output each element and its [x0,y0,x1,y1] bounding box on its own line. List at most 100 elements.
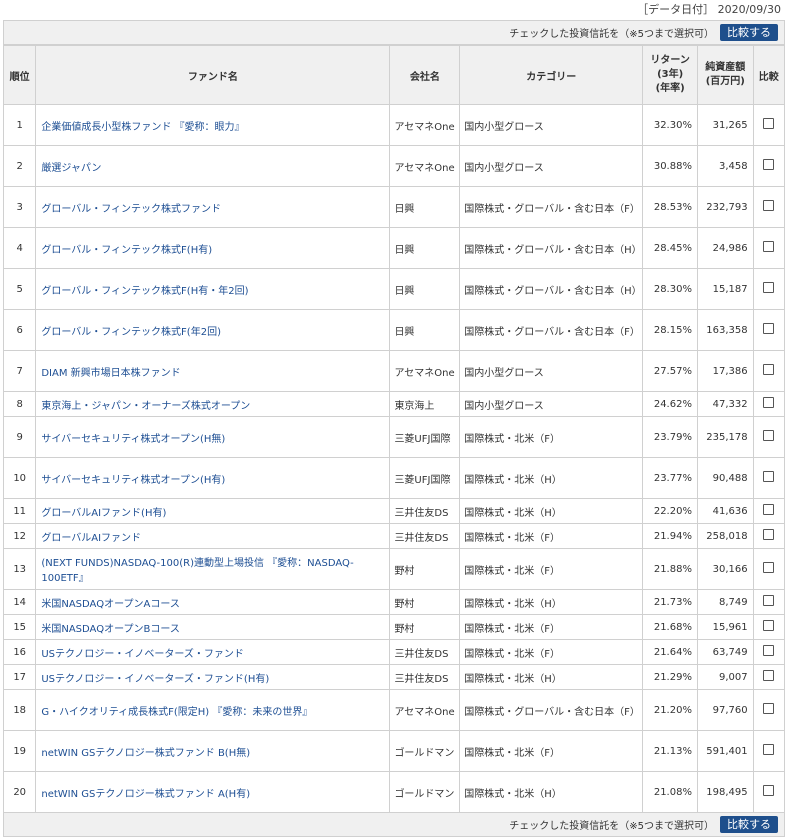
company-cell: 野村 [389,589,461,615]
fund-name-link[interactable]: USテクノロジー・イノベーターズ・ファンド [35,639,391,665]
table-row: 20 netWIN GSテクノロジー株式ファンド A(H有) ゴールドマン 国際… [2,771,786,813]
compare-checkbox[interactable] [763,282,775,293]
category-cell: 国際株式・北米（H） [459,771,644,813]
assets-cell: 198,495 [696,771,754,813]
return-cell: 28.53% [642,186,698,228]
data-date-label: ［データ日付］ 2020/09/30 [637,3,781,16]
fund-name-link[interactable]: (NEXT FUNDS)NASDAQ-100(R)連動型上場投信 『愛称：NAS… [35,548,391,590]
company-cell: 日興 [389,227,461,269]
fund-name-link[interactable]: netWIN GSテクノロジー株式ファンド B(H無) [35,730,391,772]
compare-checkbox[interactable] [763,118,775,129]
rank-cell: 14 [2,589,37,615]
table-row: 3 グローバル・フィンテック株式ファンド 日興 国際株式・グローバル・含む日本（… [2,186,786,228]
compare-checkbox[interactable] [763,670,775,681]
compare-checkbox[interactable] [763,430,775,441]
table-row: 16 USテクノロジー・イノベーターズ・ファンド 三井住友DS 国際株式・北米（… [2,639,786,665]
compare-checkbox[interactable] [763,595,775,606]
compare-checkbox[interactable] [763,397,775,408]
category-cell: 国際株式・北米（F） [459,416,644,458]
compare-checkbox-cell [752,689,786,731]
compare-checkbox-cell [752,639,786,665]
fund-name-link[interactable]: 米国NASDAQオープンBコース [35,614,391,640]
return-cell: 32.30% [642,104,698,146]
compare-checkbox[interactable] [763,241,775,252]
category-cell: 国際株式・北米（H） [459,498,644,524]
rank-cell: 17 [2,664,37,690]
fund-name-link[interactable]: 厳選ジャパン [35,145,391,187]
compare-checkbox-cell [752,523,786,549]
rank-cell: 4 [2,227,37,269]
return-cell: 21.08% [642,771,698,813]
assets-cell: 30,166 [696,548,754,590]
rank-cell: 13 [2,548,37,590]
table-row: 10 サイバーセキュリティ株式オープン(H有) 三菱UFJ国際 国際株式・北米（… [2,457,786,499]
compare-button[interactable]: 比較する [720,24,778,41]
assets-cell: 15,961 [696,614,754,640]
fund-name-link[interactable]: netWIN GSテクノロジー株式ファンド A(H有) [35,771,391,813]
compare-checkbox[interactable] [763,620,775,631]
fund-name-link[interactable]: グローバル・フィンテック株式F(H有・年2回) [35,268,391,310]
rank-cell: 18 [2,689,37,731]
table-row: 13 (NEXT FUNDS)NASDAQ-100(R)連動型上場投信 『愛称：… [2,548,786,590]
assets-cell: 17,386 [696,350,754,392]
fund-name-link[interactable]: グローバルAIファンド [35,523,391,549]
category-cell: 国際株式・グローバル・含む日本（F） [459,689,644,731]
fund-name-link[interactable]: グローバル・フィンテック株式F(年2回) [35,309,391,351]
compare-checkbox-cell [752,391,786,417]
compare-checkbox[interactable] [763,504,775,515]
compare-checkbox-cell [752,457,786,499]
compare-checkbox[interactable] [763,703,775,714]
table-row: 18 G・ハイクオリティ成長株式F(限定H) 『愛称：未来の世界』 アセマネOn… [2,689,786,731]
compare-checkbox[interactable] [763,471,775,482]
return-cell: 24.62% [642,391,698,417]
compare-checkbox-cell [752,186,786,228]
compare-checkbox[interactable] [763,744,775,755]
fund-name-link[interactable]: USテクノロジー・イノベーターズ・ファンド(H有) [35,664,391,690]
compare-checkbox[interactable] [763,159,775,170]
compare-checkbox-cell [752,589,786,615]
table-row: 6 グローバル・フィンテック株式F(年2回) 日興 国際株式・グローバル・含む日… [2,309,786,351]
compare-bar-top: チェックした投資信託を（※5つまで選択可） 比較する [3,20,785,45]
table-row: 5 グローバル・フィンテック株式F(H有・年2回) 日興 国際株式・グローバル・… [2,268,786,310]
compare-checkbox[interactable] [763,529,775,540]
assets-cell: 258,018 [696,523,754,549]
fund-name-link[interactable]: DIAM 新興市場日本株ファンド [35,350,391,392]
table-row: 4 グローバル・フィンテック株式F(H有) 日興 国際株式・グローバル・含む日本… [2,227,786,269]
ranking-table: 順位 ファンド名 会社名 カテゴリー リターン (3年) (年率) 純資産額 (… [2,45,786,813]
header-assets: 純資産額 (百万円) [696,45,754,105]
fund-name-link[interactable]: グローバルAIファンド(H有) [35,498,391,524]
fund-name-link[interactable]: 米国NASDAQオープンAコース [35,589,391,615]
return-cell: 21.68% [642,614,698,640]
compare-hint-bottom: チェックした投資信託を（※5つまで選択可） [509,821,714,832]
category-cell: 国内小型グロース [459,104,644,146]
company-cell: ゴールドマン [389,771,461,813]
compare-button-bottom[interactable]: 比較する [720,816,778,833]
fund-name-link[interactable]: 東京海上・ジャパン・オーナーズ株式オープン [35,391,391,417]
assets-cell: 90,488 [696,457,754,499]
fund-name-link[interactable]: G・ハイクオリティ成長株式F(限定H) 『愛称：未来の世界』 [35,689,391,731]
compare-checkbox[interactable] [763,645,775,656]
return-cell: 21.73% [642,589,698,615]
rank-cell: 15 [2,614,37,640]
rank-cell: 19 [2,730,37,772]
company-cell: 三井住友DS [389,664,461,690]
compare-checkbox-cell [752,104,786,146]
fund-name-link[interactable]: グローバル・フィンテック株式ファンド [35,186,391,228]
compare-checkbox[interactable] [763,364,775,375]
fund-name-link[interactable]: グローバル・フィンテック株式F(H有) [35,227,391,269]
assets-cell: 232,793 [696,186,754,228]
assets-cell: 163,358 [696,309,754,351]
assets-cell: 591,401 [696,730,754,772]
company-cell: 日興 [389,186,461,228]
fund-name-link[interactable]: サイバーセキュリティ株式オープン(H有) [35,457,391,499]
header-category: カテゴリー [459,45,644,105]
fund-name-link[interactable]: 企業価値成長小型株ファンド 『愛称：眼力』 [35,104,391,146]
rank-cell: 1 [2,104,37,146]
compare-checkbox[interactable] [763,323,775,334]
compare-checkbox-cell [752,227,786,269]
compare-checkbox[interactable] [763,200,775,211]
fund-name-link[interactable]: サイバーセキュリティ株式オープン(H無) [35,416,391,458]
compare-checkbox[interactable] [763,562,775,573]
header-compare: 比較 [752,45,786,105]
compare-checkbox[interactable] [763,785,775,796]
